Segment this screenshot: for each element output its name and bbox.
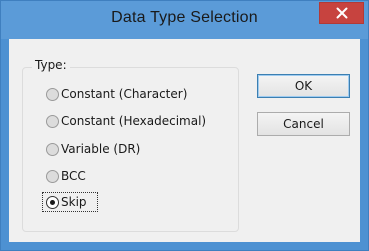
radio-label: Skip [61, 195, 87, 209]
radio-bcc[interactable]: BCC [46, 167, 86, 185]
radio-variable-dr[interactable]: Variable (DR) [46, 140, 140, 158]
radio-constant-hexadecimal[interactable]: Constant (Hexadecimal) [46, 112, 206, 130]
radio-button-selected[interactable] [46, 195, 59, 209]
type-group-label: Type: [32, 58, 70, 72]
radio-label: Variable (DR) [61, 142, 141, 156]
radio-label: BCC [61, 169, 86, 183]
radio-constant-character[interactable]: Constant (Character) [46, 85, 187, 103]
radio-button[interactable] [46, 169, 59, 183]
cancel-button[interactable]: Cancel [257, 112, 350, 136]
dialog-title: Data Type Selection [111, 9, 258, 26]
radio-skip[interactable]: Skip [46, 193, 87, 211]
radio-button[interactable] [46, 87, 59, 101]
close-button[interactable] [319, 2, 364, 24]
ok-button[interactable]: OK [257, 74, 350, 98]
close-icon [336, 7, 347, 19]
title-bar[interactable]: Data Type Selection [1, 1, 368, 39]
radio-label: Constant (Character) [61, 87, 188, 101]
radio-button[interactable] [46, 114, 59, 128]
radio-button[interactable] [46, 142, 59, 156]
radio-label: Constant (Hexadecimal) [61, 114, 207, 128]
